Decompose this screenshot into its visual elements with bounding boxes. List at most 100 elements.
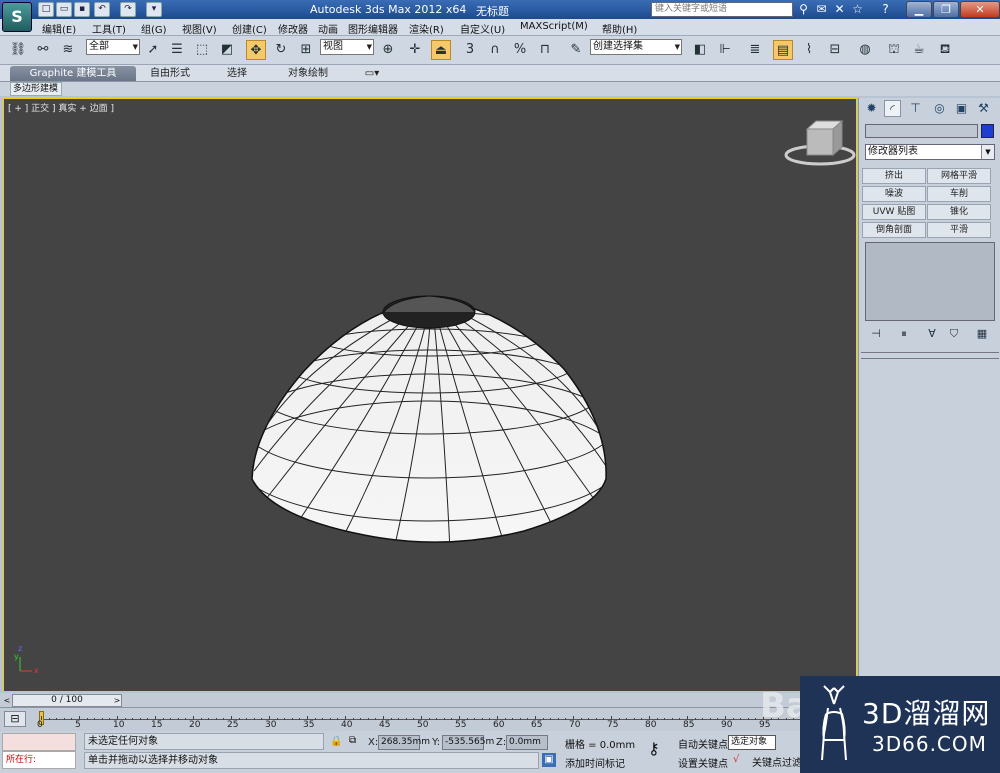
modifier-extrude-button[interactable]: 挤出 <box>862 168 926 184</box>
menu-help[interactable]: 帮助(H) <box>602 21 637 36</box>
binoculars-icon[interactable]: ⚲ <box>796 2 811 17</box>
frame-counter[interactable]: 0 / 100 <box>12 694 122 707</box>
curve-editor-icon[interactable]: ⌇ <box>799 40 819 60</box>
tab-selection[interactable]: 选择 <box>212 66 262 81</box>
set-key-mode-icon[interactable]: ⚷ <box>648 739 660 758</box>
open-file-icon[interactable]: ▭ <box>56 2 72 17</box>
link-icon[interactable]: ⛓ <box>8 40 28 60</box>
communication-icon[interactable]: ✕ <box>832 2 847 17</box>
modifier-list-dropdown[interactable]: 修改器列表 <box>865 144 995 160</box>
schematic-view-icon[interactable]: ⊟ <box>825 40 845 60</box>
close-button[interactable]: ✕ <box>960 1 1000 18</box>
select-and-manipulate-icon[interactable]: ✛ <box>405 40 425 60</box>
tab-freeform[interactable]: 自由形式 <box>140 66 200 81</box>
modifier-uvw-map-button[interactable]: UVW 贴图 <box>862 204 926 220</box>
select-and-move-icon[interactable]: ✥ <box>246 40 266 60</box>
auto-key-button[interactable]: 自动关键点 <box>678 736 728 751</box>
utilities-tab-icon[interactable]: ⚒ <box>975 100 992 117</box>
key-filter-icon[interactable]: √ <box>733 754 739 765</box>
material-editor-icon[interactable]: ◍ <box>855 40 875 60</box>
selection-filter-dropdown[interactable]: 全部 <box>86 39 140 55</box>
redo-icon[interactable]: ↷ <box>120 2 136 17</box>
modifier-taper-button[interactable]: 锥化 <box>927 204 991 220</box>
display-tab-icon[interactable]: ▣ <box>953 100 970 117</box>
menu-maxscript[interactable]: MAXScript(M) <box>520 21 588 32</box>
help-icon[interactable]: ? <box>878 2 893 17</box>
select-and-scale-icon[interactable]: ⊞ <box>296 40 316 60</box>
app-logo[interactable]: S <box>2 2 32 32</box>
restore-button[interactable]: ❐ <box>933 1 959 18</box>
y-coordinate-field[interactable]: -535.565m <box>442 735 494 750</box>
modifier-bevel-profile-button[interactable]: 倒角剖面 <box>862 222 926 238</box>
select-and-rotate-icon[interactable]: ↻ <box>271 40 291 60</box>
menu-create[interactable]: 创建(C) <box>232 21 267 36</box>
maxscript-listener[interactable] <box>2 733 76 751</box>
modifier-noise-button[interactable]: 噪波 <box>862 186 926 202</box>
tab-graphite-modeling[interactable]: Graphite 建模工具 <box>10 66 136 81</box>
named-selection-dropdown[interactable]: 创建选择集 <box>590 39 682 55</box>
timeline-ruler[interactable] <box>40 710 800 720</box>
menu-customize[interactable]: 自定义(U) <box>460 21 505 36</box>
keyboard-shortcut-override-icon[interactable]: ⏏ <box>431 40 451 60</box>
modifier-lathe-button[interactable]: 车削 <box>927 186 991 202</box>
angle-snap-icon[interactable]: ∩ <box>485 40 505 60</box>
make-unique-icon[interactable]: ∀ <box>923 326 941 342</box>
menu-rendering[interactable]: 渲染(R) <box>409 21 444 36</box>
rendered-frame-icon[interactable]: ☕ <box>909 40 929 60</box>
spinner-snap-icon[interactable]: ⊓ <box>535 40 555 60</box>
configure-modifier-sets-icon[interactable]: ▦ <box>973 326 991 342</box>
menu-tools[interactable]: 工具(T) <box>92 21 126 36</box>
pin-stack-icon[interactable]: ⊣ <box>867 326 885 342</box>
new-file-icon[interactable]: □ <box>38 2 54 17</box>
align-icon[interactable]: ⊩ <box>715 40 735 60</box>
object-color-swatch[interactable] <box>981 124 994 138</box>
reference-coordinate-dropdown[interactable]: 视图 <box>320 39 374 55</box>
unlink-icon[interactable]: ⚯ <box>33 40 53 60</box>
set-key-button[interactable]: 设置关键点 <box>678 755 728 770</box>
percent-snap-icon[interactable]: % <box>510 40 530 60</box>
absolute-mode-icon[interactable]: ⧉ <box>349 735 356 746</box>
menu-group[interactable]: 组(G) <box>141 21 167 36</box>
subscription-icon[interactable]: ✉ <box>814 2 829 17</box>
menu-animation[interactable]: 动画 <box>318 21 338 36</box>
lock-selection-icon[interactable]: 🔒 <box>330 736 342 747</box>
mirror-icon[interactable]: ◧ <box>690 40 710 60</box>
motion-tab-icon[interactable]: ◎ <box>931 100 948 117</box>
next-frame-icon[interactable]: > <box>112 694 122 707</box>
save-icon[interactable]: ▪ <box>74 2 90 17</box>
menu-graph-editors[interactable]: 图形编辑器 <box>348 21 398 36</box>
select-by-name-icon[interactable]: ☰ <box>167 40 187 60</box>
bind-spacewarp-icon[interactable]: ≋ <box>58 40 78 60</box>
x-coordinate-field[interactable]: 268.35mm <box>378 735 430 750</box>
viewcube[interactable] <box>784 119 856 166</box>
dome-mesh[interactable]: x y z <box>4 99 858 693</box>
minimize-button[interactable]: ▁ <box>906 1 932 18</box>
modifier-stack[interactable] <box>865 242 995 321</box>
render-production-icon[interactable]: ⛾ <box>935 40 955 60</box>
create-tab-icon[interactable]: ✹ <box>863 100 880 117</box>
remove-modifier-icon[interactable]: ⛉ <box>945 326 963 342</box>
select-object-icon[interactable]: ➚ <box>143 40 163 60</box>
snaps-toggle-icon[interactable]: 3 <box>460 40 480 60</box>
add-time-tag-icon[interactable]: ▣ <box>542 753 556 767</box>
rectangular-selection-icon[interactable]: ⬚ <box>192 40 212 60</box>
search-input[interactable]: 键入关键字或短语 <box>651 2 793 17</box>
window-crossing-icon[interactable]: ◩ <box>217 40 237 60</box>
key-filters-button[interactable]: 关键点过滤 <box>752 754 802 769</box>
undo-icon[interactable]: ↶ <box>94 2 110 17</box>
favorites-icon[interactable]: ☆ <box>850 2 865 17</box>
edit-named-selection-icon[interactable]: ✎ <box>566 40 586 60</box>
pivot-center-icon[interactable]: ⊕ <box>378 40 398 60</box>
viewport-perspective[interactable]: [ + ] 正交 ] 真实 + 边面 ] x y z <box>3 98 857 692</box>
tab-object-paint[interactable]: 对象绘制 <box>276 66 340 81</box>
maxscript-mini-listener[interactable]: 所在行: <box>2 751 76 769</box>
mini-curve-editor-icon[interactable]: ⊟ <box>4 711 26 727</box>
show-end-result-icon[interactable]: ⏸ <box>895 326 913 342</box>
menu-views[interactable]: 视图(V) <box>182 21 217 36</box>
object-name-field[interactable] <box>865 124 978 138</box>
prev-frame-icon[interactable]: < <box>2 694 12 707</box>
modify-tab-icon[interactable]: ◜ <box>884 100 901 117</box>
quick-access-menu-icon[interactable]: ▾ <box>146 2 162 17</box>
add-time-tag[interactable]: 添加时间标记 <box>565 755 625 770</box>
menu-edit[interactable]: 编辑(E) <box>42 21 76 36</box>
